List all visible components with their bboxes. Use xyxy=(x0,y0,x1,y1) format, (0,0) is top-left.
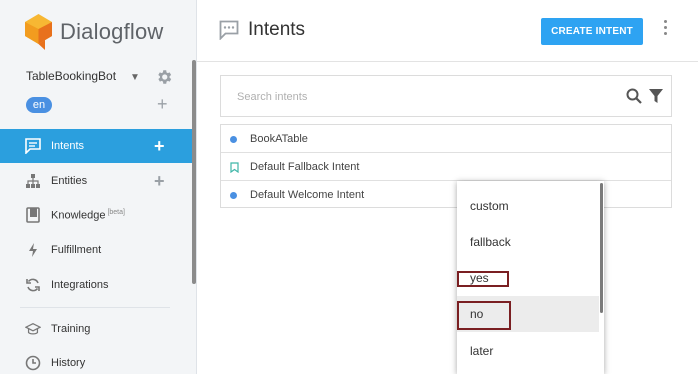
sidebar-item-fulfillment[interactable]: Fulfillment xyxy=(0,233,194,267)
caret-down-icon[interactable]: ▼ xyxy=(130,72,140,83)
add-entity-icon[interactable]: + xyxy=(154,171,165,192)
highlight-box-no xyxy=(457,301,511,330)
intent-name[interactable]: Default Fallback Intent xyxy=(250,161,359,173)
sidebar-item-label: Integrations xyxy=(51,279,109,291)
add-language-icon[interactable]: + xyxy=(157,94,168,115)
sidebar-item-label: Fulfillment xyxy=(51,244,102,256)
add-intent-icon[interactable]: + xyxy=(154,136,165,157)
bookmark-icon xyxy=(230,162,239,173)
intent-row[interactable]: BookATable xyxy=(221,125,671,153)
sidebar-item-history[interactable]: History xyxy=(0,346,194,374)
page-header: Intents CREATE INTENT xyxy=(197,0,698,62)
intent-status-dot-icon xyxy=(230,192,237,199)
intent-row[interactable]: Default Fallback Intent xyxy=(221,153,671,181)
sidebar-item-label: Intents xyxy=(51,140,85,152)
intent-name[interactable]: BookATable xyxy=(250,133,308,145)
sidebar-scrollbar[interactable] xyxy=(192,60,196,284)
sidebar: Dialogflow TableBookingBot ▼ en + Intent… xyxy=(0,0,197,374)
intent-name[interactable]: Default Welcome Intent xyxy=(250,189,364,201)
language-row: en + xyxy=(26,94,176,115)
sidebar-item-label: Entities xyxy=(51,175,88,187)
clock-icon xyxy=(25,355,41,371)
more-options-icon[interactable] xyxy=(661,20,669,38)
page-title: Intents xyxy=(248,19,306,40)
brand-logo[interactable]: Dialogflow xyxy=(25,14,164,50)
sidebar-item-label: History xyxy=(51,357,86,369)
highlight-box-yes xyxy=(457,271,509,287)
intent-list: BookATable Default Fallback Intent Defau… xyxy=(220,124,672,208)
agent-selector[interactable]: TableBookingBot ▼ xyxy=(26,69,176,87)
filter-icon[interactable] xyxy=(649,89,663,103)
brand-name: Dialogflow xyxy=(60,19,164,44)
sidebar-item-label: Training xyxy=(51,323,91,335)
agent-name: TableBookingBot xyxy=(26,69,117,83)
chat-bubble-icon xyxy=(219,20,239,40)
search-input[interactable] xyxy=(237,87,597,107)
sync-icon xyxy=(25,277,41,293)
intent-status-dot-icon xyxy=(230,136,237,143)
app-window: Dialogflow TableBookingBot ▼ en + Intent… xyxy=(0,0,698,374)
hierarchy-icon xyxy=(25,173,41,189)
sidebar-item-knowledge[interactable]: Knowledge [beta] xyxy=(0,198,194,232)
search-icon[interactable] xyxy=(626,88,642,104)
graduation-cap-icon xyxy=(25,321,41,337)
gear-icon[interactable] xyxy=(155,68,173,86)
sidebar-item-training[interactable]: Training xyxy=(0,312,194,346)
beta-tag: [beta] xyxy=(107,208,125,216)
sidebar-item-label: Knowledge [beta] xyxy=(51,208,125,222)
language-badge[interactable]: en xyxy=(26,97,52,113)
dropdown-option[interactable]: fallback xyxy=(457,224,599,260)
sidebar-item-intents[interactable]: Intents + xyxy=(0,129,194,163)
sidebar-item-entities[interactable]: Entities + xyxy=(0,164,194,198)
dropdown-scrollbar[interactable] xyxy=(600,183,603,313)
dialogflow-logo-icon xyxy=(25,14,52,50)
dropdown-option[interactable]: later xyxy=(457,333,599,369)
lightning-icon xyxy=(25,242,41,258)
chat-bubble-icon xyxy=(25,138,41,154)
sidebar-divider xyxy=(20,307,170,308)
dropdown-option[interactable]: custom xyxy=(457,188,599,224)
book-icon xyxy=(25,207,41,223)
search-bar xyxy=(220,75,672,117)
create-intent-button[interactable]: CREATE INTENT xyxy=(541,18,643,45)
sidebar-item-integrations[interactable]: Integrations xyxy=(0,268,194,302)
